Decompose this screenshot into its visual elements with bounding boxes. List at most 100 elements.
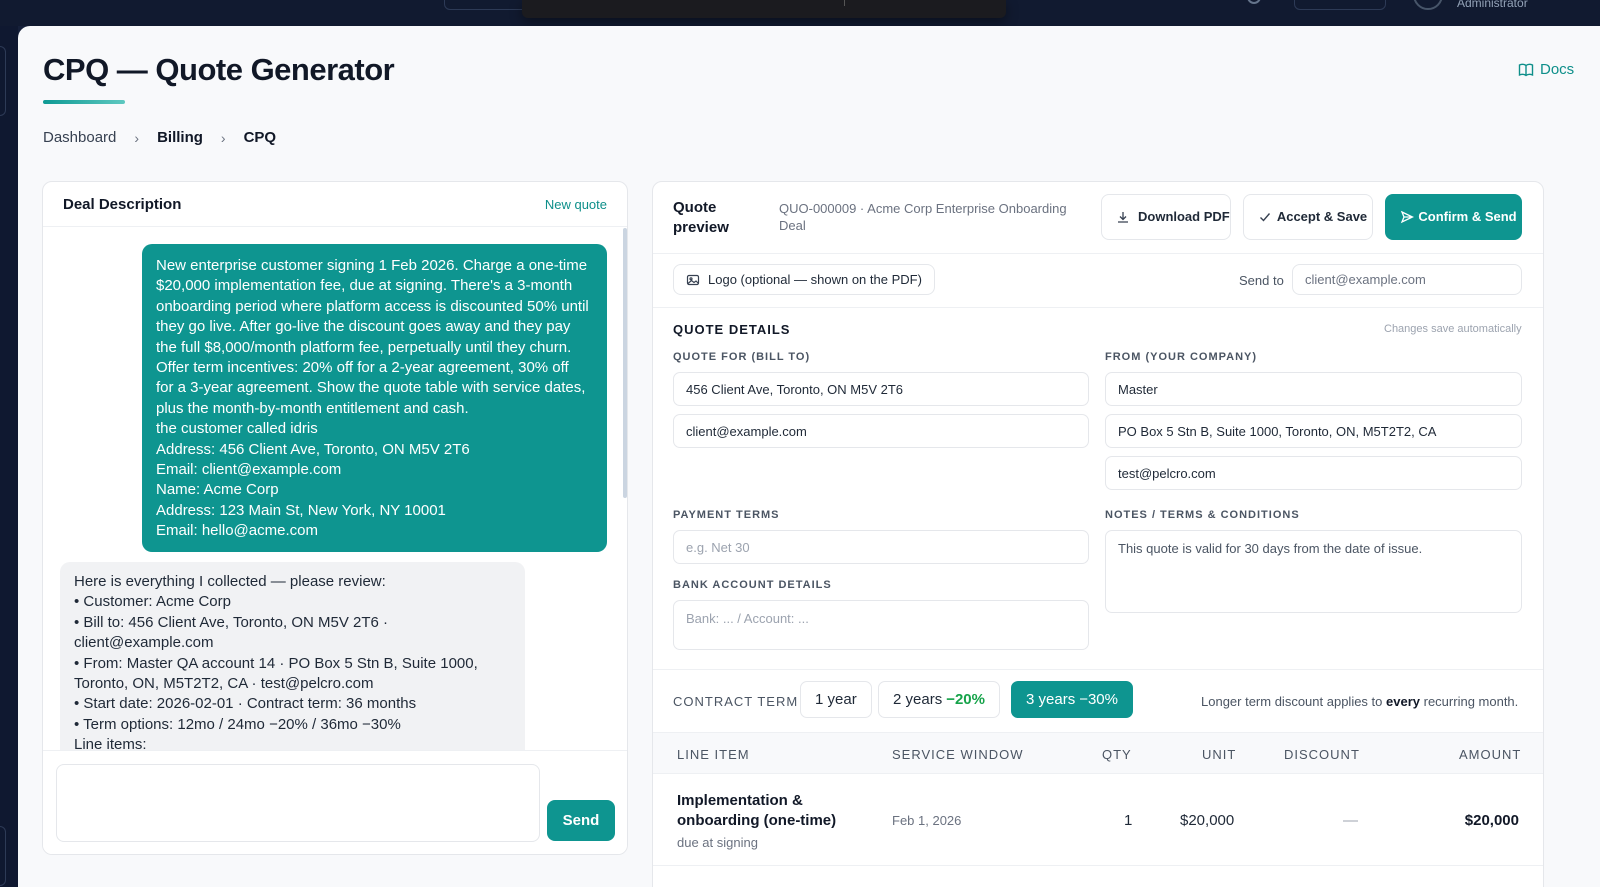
contract-term-row: CONTRACT TERM 1 year 2 years −20% 3 year… [653,669,1543,732]
column-header-qty: QTY [1102,747,1132,762]
message-input[interactable] [56,764,540,842]
notifications-icon[interactable] [1247,0,1261,4]
avatar[interactable] [1413,0,1443,10]
accept-save-button[interactable]: Accept & Save [1243,194,1373,240]
chat-scrollbar[interactable] [623,228,627,498]
user-message-line: Offer term incentives: 20% off for a 2-y… [156,359,569,377]
line-item-qty: 1 [1124,812,1133,829]
send-icon [1400,210,1414,224]
user-message-line: the full $8,000/month platform fee, perp… [156,338,572,356]
payment-terms-input[interactable]: e.g. Net 30 [673,530,1089,564]
user-message-line: Name: Acme Corp [156,481,279,499]
image-icon [686,274,700,285]
user-message-line: Address: 123 Main St, New York, NY 10001 [156,501,446,519]
docs-link[interactable]: Docs [1518,61,1574,78]
panel-header: Deal Description New quote [43,182,627,227]
breadcrumb: Dashboard › Billing › CPQ [43,129,276,146]
download-pdf-button[interactable]: Download PDF [1101,194,1231,240]
payment-terms-label: PAYMENT TERMS [673,509,780,521]
term-option-label: 2 years [893,691,943,708]
rail-tab[interactable] [0,46,6,116]
term-option-1-year[interactable]: 1 year [800,681,872,718]
term-option-3-years[interactable]: 3 years −30% [1011,681,1133,718]
user-message-line: Email: hello@acme.com [156,522,318,540]
column-header-amount: AMOUNT [1459,747,1522,762]
notes-label: NOTES / TERMS & CONDITIONS [1105,509,1300,521]
bill-to-address-field[interactable]: 456 Client Ave, Toronto, ON M5V 2T6 [673,372,1089,406]
term-note-text: recurring month. [1423,694,1519,709]
bank-details-input[interactable]: Bank: ... / Account: ... [673,600,1089,650]
download-icon [1118,212,1128,223]
page-title: CPQ — Quote Generator [43,52,395,87]
top-bar-button[interactable] [1294,0,1386,10]
from-address-field[interactable]: PO Box 5 Stn B, Suite 1000, Toronto, ON,… [1105,414,1522,448]
assistant-message-line: • Customer: Acme Corp [74,593,231,611]
user-message-line: $20,000 implementation fee, due at signi… [156,277,573,295]
chevron-right-icon: › [134,129,140,146]
user-message-line: they go live. After go-live the discount… [156,318,571,336]
send-to-label: Send to [1239,273,1284,288]
book-icon [1518,63,1534,76]
accept-save-label: Accept & Save [1276,209,1368,224]
panel-title: Deal Description [63,195,182,213]
user-message: New enterprise customer signing 1 Feb 20… [142,244,607,552]
quote-preview-header: Quote preview QUO-000009 · Acme Corp Ent… [653,182,1543,254]
quote-id: QUO-000009 · Acme Corp Enterprise Onboar… [779,201,1067,233]
line-item-amount: $20,000 [1464,812,1519,829]
term-option-label: 3 years [1026,691,1076,708]
column-header-service-window: SERVICE WINDOW [892,747,1024,762]
confirm-send-button[interactable]: Confirm & Send [1385,194,1522,240]
send-button[interactable]: Send [547,800,615,841]
assistant-message-line: Line items: [74,736,147,750]
from-name-field[interactable]: Master [1105,372,1522,406]
breadcrumb-billing[interactable]: Billing [157,129,203,146]
download-pdf-label: Download PDF [1138,209,1230,224]
chevron-right-icon: › [220,129,226,146]
user-message-line: the customer called idris [156,420,318,438]
table-row[interactable]: Implementation & onboarding (one-time) d… [653,774,1543,866]
quote-preview-title: Quote preview [673,199,729,236]
column-header-discount: DISCOUNT [1284,747,1360,762]
term-option-label: 1 year [815,691,857,708]
contract-term-label: CONTRACT TERM [673,694,799,709]
confirm-send-label: Confirm & Send [1418,209,1517,224]
term-note-text: Longer term discount applies to [1201,694,1383,709]
service-window: Feb 1, 2026 [892,813,962,828]
quote-preview-panel: Quote preview QUO-000009 · Acme Corp Ent… [652,181,1544,887]
logo-upload-button[interactable]: Logo (optional — shown on the PDF) [673,264,935,295]
term-option-2-years[interactable]: 2 years −20% [878,681,1000,718]
line-item-unit: $20,000 [1180,812,1235,829]
user-role: Administrator [1457,0,1528,10]
user-message-line: onboarding period where platform access … [156,297,589,315]
assistant-message-line: • Term options: 12mo / 24mo −20% / 36mo … [74,715,401,733]
line-item-subtext: due at signing [677,835,758,850]
user-message-line: for a 3-year agreement. Show the quote t… [156,379,586,397]
assistant-message-line: Toronto, ON, M5T2T2, CA · test@pelcro.co… [74,675,374,693]
from-email-field[interactable]: test@pelcro.com [1105,456,1522,490]
docs-label: Docs [1540,61,1575,78]
left-rail [0,26,18,887]
main-content: CPQ — Quote Generator Docs Dashboard › B… [18,26,1600,887]
send-to-input[interactable]: client@example.com [1292,264,1522,295]
composer: Send [43,750,627,854]
quote-details-title: QUOTE DETAILS [673,322,791,337]
column-header-unit: UNIT [1202,747,1237,762]
notes-textarea[interactable]: This quote is valid for 30 days from the… [1105,530,1522,613]
breadcrumb-dashboard[interactable]: Dashboard [43,129,116,146]
quote-preview-toolbar: Logo (optional — shown on the PDF) Send … [653,254,1543,308]
bill-to-email-field[interactable]: client@example.com [673,414,1089,448]
breadcrumb-cpq: CPQ [243,129,277,146]
column-header-line-item: LINE ITEM [677,747,750,762]
assistant-message-line: Here is everything I collected — please … [74,573,386,590]
line-items-header: LINE ITEM SERVICE WINDOW QTY UNIT DISCOU… [653,732,1543,774]
chat-thread[interactable]: New enterprise customer signing 1 Feb 20… [43,228,627,750]
new-quote-link[interactable]: New quote [545,197,607,212]
from-label: FROM (YOUR COMPANY) [1105,351,1258,363]
user-message-line: New enterprise customer signing 1 Feb 20… [156,257,588,274]
bank-details-label: BANK ACCOUNT DETAILS [673,579,832,591]
rail-tab-bottom[interactable] [0,826,6,886]
assistant-message-line: client@example.com [74,634,214,652]
term-discount-note: Longer term discount applies to every re… [1201,694,1518,709]
logo-upload-label: Logo (optional — shown on the PDF) [708,272,922,287]
line-item-name: Implementation & onboarding (one-time) [677,792,837,829]
